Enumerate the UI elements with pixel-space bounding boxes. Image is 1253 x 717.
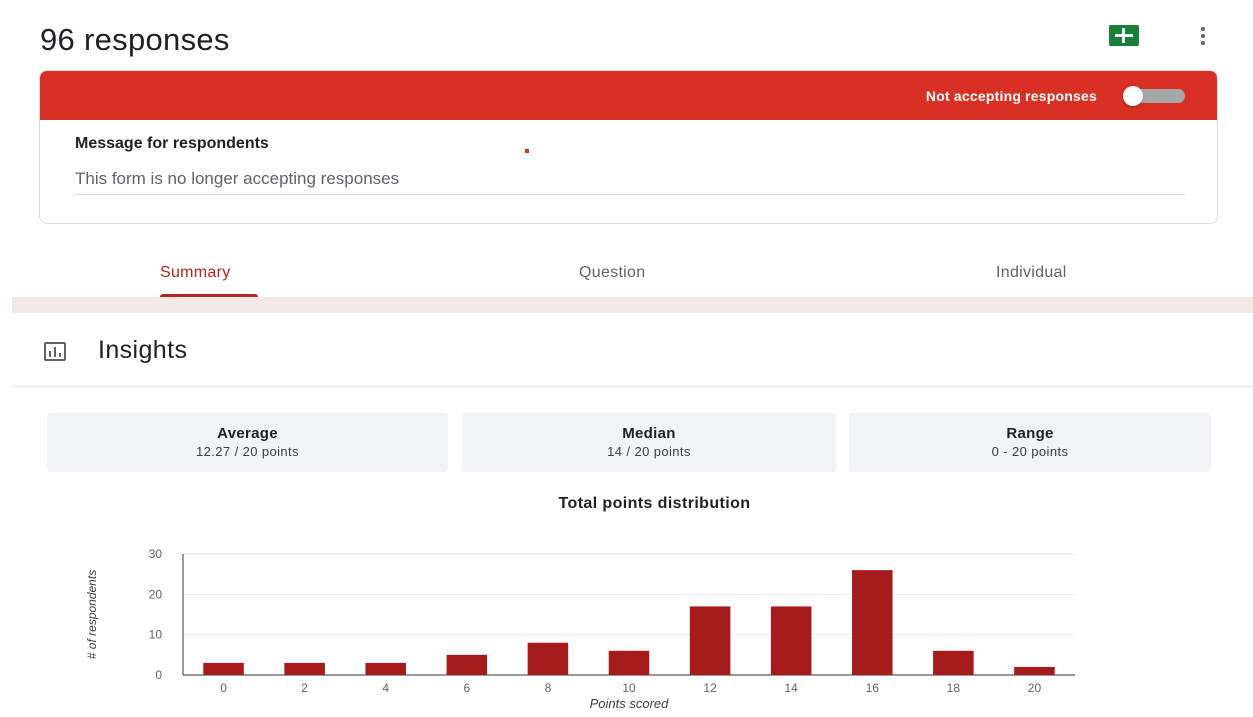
bar: [203, 662, 244, 675]
message-label: Message for respondents: [75, 135, 269, 152]
bar: [446, 654, 488, 675]
tab-question[interactable]: Question: [579, 264, 645, 282]
bar: [689, 606, 731, 675]
x-tick-label: 4: [382, 681, 389, 695]
stat-range: Range 0 - 20 points: [849, 413, 1211, 472]
icon-bar: [59, 353, 61, 357]
tab-individual[interactable]: Individual: [996, 264, 1067, 282]
x-tick-label: 20: [1028, 681, 1042, 695]
accepting-responses-toggle[interactable]: [1123, 86, 1185, 106]
y-tick-label: 20: [149, 587, 163, 601]
tab-bar: Summary Question Individual: [12, 240, 1253, 300]
bar: [527, 642, 569, 675]
bar: [1014, 666, 1055, 675]
bar: [933, 650, 974, 675]
more-dot: [1201, 34, 1205, 38]
y-tick-label: 0: [155, 668, 162, 682]
stat-average: Average 12.27 / 20 points: [47, 413, 448, 472]
stat-value: 12.27 / 20 points: [196, 444, 299, 459]
stat-label: Range: [1006, 425, 1054, 442]
more-vert-icon[interactable]: [1193, 25, 1213, 47]
x-tick-label: 18: [947, 681, 961, 695]
insights-title: Insights: [98, 336, 188, 364]
x-tick-label: 0: [220, 681, 227, 695]
icon-bar: [49, 351, 51, 357]
y-axis-label: # of respondents: [85, 570, 99, 659]
section-divider: [12, 386, 1253, 387]
bar: [284, 662, 325, 675]
points-distribution-chart: 0 10 20 30 0 2 4 6 8 10 12 14 16 18 20 Points scored # o…: [85, 547, 1075, 711]
x-axis-label: Points scored: [590, 696, 670, 711]
x-tick-label: 14: [785, 681, 799, 695]
bar: [608, 650, 650, 675]
bar: [770, 606, 812, 675]
x-tick-label: 16: [866, 681, 880, 695]
more-dot: [1201, 27, 1205, 31]
icon-bar: [54, 347, 56, 357]
tab-divider-strip: [12, 297, 1253, 313]
stat-label: Median: [622, 425, 676, 442]
y-tick-label: 30: [149, 547, 163, 561]
accepting-status-bar: Not accepting responses: [40, 71, 1217, 120]
insights-chart-icon: [44, 342, 66, 361]
stat-value: 0 - 20 points: [991, 444, 1069, 459]
stat-label: Average: [217, 425, 278, 442]
more-dot: [1201, 41, 1205, 45]
required-marker: [525, 149, 529, 153]
x-tick-label: 8: [545, 681, 552, 695]
page-title: 96 responses: [40, 22, 230, 57]
bar: [365, 662, 406, 675]
x-tick-label: 2: [301, 681, 308, 695]
responses-card: Not accepting responses Message for resp…: [39, 70, 1218, 224]
message-input[interactable]: [75, 163, 1185, 195]
y-tick-label: 10: [149, 628, 163, 642]
x-tick-label: 12: [703, 681, 717, 695]
toggle-thumb: [1123, 86, 1143, 106]
tab-summary[interactable]: Summary: [160, 264, 231, 282]
stat-median: Median 14 / 20 points: [462, 413, 836, 472]
google-sheets-icon[interactable]: [1109, 25, 1139, 46]
bar: [852, 570, 893, 675]
x-tick-label: 6: [463, 681, 470, 695]
x-tick-label: 10: [622, 681, 636, 695]
stat-value: 14 / 20 points: [607, 444, 691, 459]
accepting-status-label: Not accepting responses: [925, 88, 1097, 104]
chart-title: Total points distribution: [558, 495, 751, 512]
